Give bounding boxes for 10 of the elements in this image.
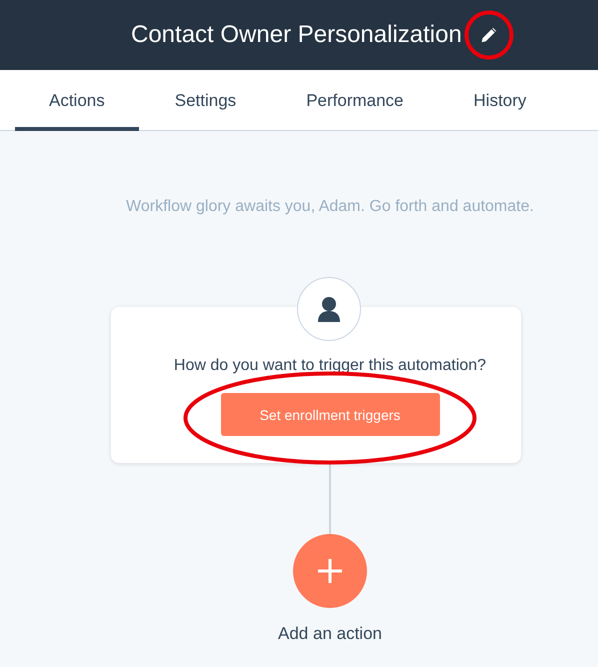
annotation-ring — [464, 10, 514, 60]
tab[interactable]: Actions — [15, 70, 139, 131]
tagline: Workflow glory awaits you, Adam. Go forth and automate. — [126, 197, 534, 216]
workflow-title: Contact Owner Personalization — [131, 21, 462, 49]
add-action-label: Add an action — [278, 624, 382, 644]
tab[interactable]: Settings — [140, 70, 270, 131]
person-icon — [317, 296, 341, 322]
tab[interactable]: Performance — [272, 70, 438, 131]
plus-icon — [317, 558, 343, 584]
tab[interactable]: History — [440, 70, 560, 131]
